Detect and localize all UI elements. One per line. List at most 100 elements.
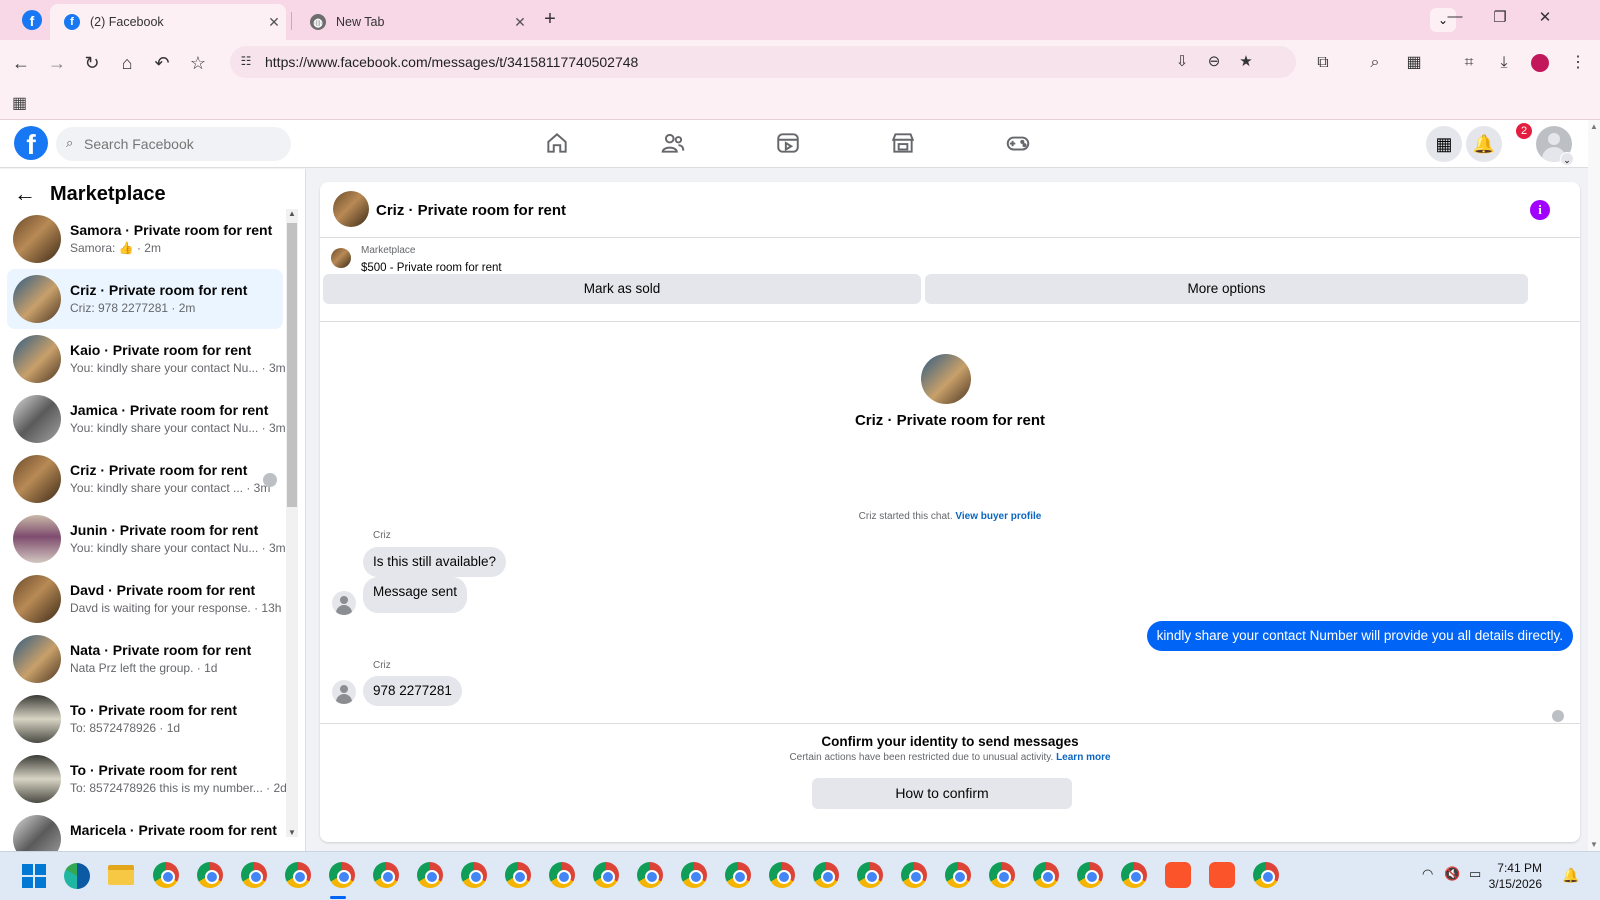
conversation-item[interactable]: Samora · Private room for rent Samora: 👍… bbox=[7, 209, 283, 269]
window-close-icon[interactable]: ✕ bbox=[1530, 8, 1560, 26]
more-options-button[interactable]: More options bbox=[925, 274, 1528, 304]
page-scrollbar[interactable]: ▲ ▼ bbox=[1588, 120, 1600, 851]
back-icon[interactable]: ← bbox=[8, 50, 34, 76]
friends-icon[interactable] bbox=[658, 130, 688, 160]
conversation-item[interactable]: To · Private room for rent To: 857247892… bbox=[7, 749, 287, 809]
chat-avatar[interactable] bbox=[333, 191, 369, 227]
conversation-item[interactable]: Davd · Private room for rent Davd is wai… bbox=[7, 569, 283, 629]
facebook-logo[interactable]: f bbox=[14, 126, 48, 160]
bookmark-star-icon[interactable]: ☆ bbox=[185, 50, 211, 76]
close-tab-icon[interactable]: ✕ bbox=[262, 14, 286, 31]
chrome-profile-icon[interactable] bbox=[505, 862, 531, 888]
chrome-profile-icon[interactable] bbox=[1253, 862, 1279, 888]
wifi-icon[interactable]: ◠ bbox=[1422, 866, 1433, 882]
home-icon[interactable] bbox=[542, 130, 572, 160]
how-to-confirm-button[interactable]: How to confirm bbox=[812, 778, 1072, 809]
site-settings-icon[interactable]: ☷ bbox=[238, 54, 254, 70]
learn-more-link[interactable]: Learn more bbox=[1056, 752, 1110, 763]
minimize-icon[interactable]: — bbox=[1440, 8, 1470, 25]
browser-profile-avatar[interactable] bbox=[1531, 54, 1549, 72]
conversation-item[interactable]: Criz · Private room for rent You: kindly… bbox=[7, 449, 283, 509]
message-bubble-incoming[interactable]: Is this still available? bbox=[363, 547, 507, 577]
listing-price[interactable]: $500 - Private room for rent bbox=[361, 262, 502, 274]
zoom-icon[interactable]: ⊖ bbox=[1203, 52, 1225, 70]
chrome-profile-icon[interactable] bbox=[593, 862, 619, 888]
brave-browser-icon[interactable] bbox=[1209, 862, 1235, 888]
system-clock[interactable]: 7:41 PM 3/15/2026 bbox=[1486, 860, 1542, 892]
crop-icon[interactable]: ⌗ bbox=[1456, 50, 1482, 76]
chrome-profile-icon[interactable] bbox=[1121, 862, 1147, 888]
scroll-up-icon[interactable]: ▲ bbox=[1588, 122, 1600, 131]
chrome-profile-icon[interactable] bbox=[901, 862, 927, 888]
tab-new-tab[interactable]: ◍ New Tab ✕ bbox=[296, 4, 532, 40]
conversation-item[interactable]: Nata · Private room for rent Nata Prz le… bbox=[7, 629, 283, 689]
scroll-up-icon[interactable]: ▲ bbox=[286, 209, 298, 218]
chrome-profile-icon[interactable] bbox=[549, 862, 575, 888]
downloads-icon[interactable]: ⤓ bbox=[1491, 50, 1517, 76]
chrome-profile-icon[interactable] bbox=[813, 862, 839, 888]
windows-start-icon[interactable] bbox=[22, 864, 46, 888]
marketplace-icon[interactable] bbox=[888, 130, 918, 160]
notification-center-icon[interactable]: 🔔 bbox=[1562, 867, 1579, 884]
info-icon[interactable]: i bbox=[1530, 200, 1550, 220]
chrome-profile-icon[interactable] bbox=[989, 862, 1015, 888]
new-tab-button[interactable]: + bbox=[538, 8, 562, 32]
search-box[interactable]: ⌕ bbox=[56, 127, 291, 161]
listing-thumbnail[interactable] bbox=[331, 248, 351, 268]
chrome-profile-icon[interactable] bbox=[637, 862, 663, 888]
qr-code-icon[interactable]: ▦ bbox=[1401, 50, 1427, 76]
scroll-down-icon[interactable]: ▼ bbox=[286, 828, 298, 837]
chrome-profile-icon[interactable] bbox=[417, 862, 443, 888]
install-app-icon[interactable]: ⇩ bbox=[1171, 52, 1193, 70]
search-input[interactable] bbox=[84, 127, 284, 161]
facebook-pinned-icon[interactable]: f bbox=[22, 10, 42, 30]
chrome-profile-icon[interactable] bbox=[681, 862, 707, 888]
menu-grid-icon[interactable]: ▦ bbox=[1426, 126, 1462, 162]
chrome-profile-icon-active[interactable] bbox=[329, 862, 355, 888]
chrome-profile-icon[interactable] bbox=[769, 862, 795, 888]
file-explorer-icon[interactable] bbox=[108, 865, 134, 885]
extensions-icon[interactable]: ⧉ bbox=[1310, 50, 1336, 76]
battery-icon[interactable]: ▭ bbox=[1469, 866, 1481, 882]
chrome-profile-icon[interactable] bbox=[197, 862, 223, 888]
chrome-profile-icon[interactable] bbox=[1033, 862, 1059, 888]
scroll-down-icon[interactable]: ▼ bbox=[1588, 840, 1600, 849]
conversation-item[interactable]: Kaio · Private room for rent You: kindly… bbox=[7, 329, 286, 389]
video-icon[interactable] bbox=[773, 130, 803, 160]
conversation-item[interactable]: Jamica · Private room for rent You: kind… bbox=[7, 389, 286, 449]
chrome-profile-icon[interactable] bbox=[241, 862, 267, 888]
view-buyer-profile-link[interactable]: View buyer profile bbox=[955, 511, 1041, 522]
conversation-item[interactable]: Maricela · Private room for rent bbox=[7, 809, 283, 851]
restore-icon[interactable]: ❐ bbox=[1485, 8, 1515, 26]
mark-as-sold-button[interactable]: Mark as sold bbox=[323, 274, 921, 304]
browser-menu-icon[interactable]: ⋮ bbox=[1565, 50, 1591, 76]
sender-avatar[interactable] bbox=[332, 680, 356, 704]
address-bar[interactable]: ☷ https://www.facebook.com/messages/t/34… bbox=[230, 46, 1296, 78]
chrome-profile-icon[interactable] bbox=[461, 862, 487, 888]
notifications-bell-icon[interactable]: 🔔 bbox=[1466, 126, 1502, 162]
scrollbar-thumb[interactable] bbox=[287, 223, 297, 507]
conversation-item-selected[interactable]: Criz · Private room for rent Criz: 978 2… bbox=[7, 269, 283, 329]
sender-avatar[interactable] bbox=[332, 591, 356, 615]
message-bubble-incoming[interactable]: 978 2277281 bbox=[363, 676, 462, 706]
chrome-profile-icon[interactable] bbox=[153, 862, 179, 888]
brave-browser-icon[interactable] bbox=[1165, 862, 1191, 888]
chevron-down-icon[interactable]: ⌄ bbox=[1560, 152, 1574, 166]
forward-icon[interactable]: → bbox=[44, 50, 70, 76]
close-tab-icon[interactable]: ✕ bbox=[508, 14, 532, 31]
reload-icon[interactable]: ↻ bbox=[79, 50, 105, 76]
volume-muted-icon[interactable]: 🔇 bbox=[1444, 866, 1460, 882]
chrome-profile-icon[interactable] bbox=[1077, 862, 1103, 888]
message-bubble-outgoing[interactable]: kindly share your contact Number will pr… bbox=[1146, 621, 1573, 651]
chrome-profile-icon[interactable] bbox=[725, 862, 751, 888]
chrome-profile-icon[interactable] bbox=[857, 862, 883, 888]
back-arrow-icon[interactable]: ← bbox=[14, 181, 36, 207]
bookmark-page-star-icon[interactable]: ★ bbox=[1235, 52, 1257, 70]
search-tabs-icon[interactable]: ⌕ bbox=[1362, 50, 1388, 76]
conversation-list-scrollbar[interactable]: ▲ ▼ bbox=[286, 209, 298, 837]
chrome-profile-icon[interactable] bbox=[285, 862, 311, 888]
chrome-profile-icon[interactable] bbox=[945, 862, 971, 888]
chrome-profile-icon[interactable] bbox=[373, 862, 399, 888]
conversation-item[interactable]: Junin · Private room for rent You: kindl… bbox=[7, 509, 286, 569]
undo-icon[interactable]: ↶ bbox=[149, 50, 175, 76]
